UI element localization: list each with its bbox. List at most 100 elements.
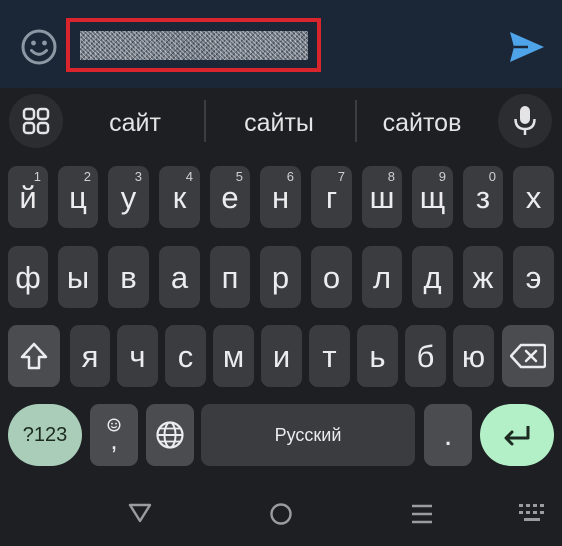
key-label: о xyxy=(322,260,341,295)
key-label: т xyxy=(322,339,337,374)
key-ч[interactable]: ч xyxy=(117,325,158,387)
key-label: х xyxy=(525,180,542,215)
key-й[interactable]: й1 xyxy=(8,166,48,228)
suggestion-3[interactable]: сайтов xyxy=(362,106,482,140)
suggestion-1[interactable]: сайт xyxy=(88,106,182,140)
apps-button[interactable] xyxy=(9,94,63,148)
redacted-text xyxy=(80,31,308,60)
suggestion-2[interactable]: сайты xyxy=(216,106,342,140)
key-л[interactable]: л xyxy=(362,246,402,308)
key-label: ж xyxy=(472,260,494,295)
key-в[interactable]: в xyxy=(108,246,149,308)
key-label: н xyxy=(271,180,290,215)
key-label: л xyxy=(372,260,392,295)
key-и[interactable]: и xyxy=(261,325,302,387)
mic-icon xyxy=(514,106,536,135)
key-number-hint: 6 xyxy=(286,169,294,184)
key-label: щ xyxy=(419,180,446,215)
backspace-key[interactable] xyxy=(502,325,554,387)
key-ы[interactable]: ы xyxy=(58,246,98,308)
key-label: а xyxy=(170,260,189,295)
key-label: у xyxy=(120,180,137,215)
key-ю[interactable]: ю xyxy=(453,325,494,387)
key-label: и xyxy=(272,339,291,374)
send-button[interactable] xyxy=(508,30,546,64)
language-key[interactable] xyxy=(146,404,194,466)
key-з[interactable]: з0 xyxy=(463,166,503,228)
key-label: б xyxy=(416,339,435,374)
key-label: г xyxy=(325,180,338,215)
shift-key[interactable] xyxy=(8,325,60,387)
key-р[interactable]: р xyxy=(260,246,301,308)
key-label: я xyxy=(81,339,99,374)
enter-key[interactable] xyxy=(480,404,554,466)
key-к[interactable]: к4 xyxy=(159,166,200,228)
key-label: ш xyxy=(369,180,395,215)
key-number-hint: 8 xyxy=(387,169,395,184)
key-label: ы xyxy=(66,260,90,295)
period-key[interactable]: . xyxy=(424,404,472,466)
key-label: ю xyxy=(461,339,486,374)
key-ь[interactable]: ь xyxy=(357,325,398,387)
key-number-hint: 2 xyxy=(83,169,91,184)
comma-label: , xyxy=(110,425,118,455)
key-ж[interactable]: ж xyxy=(463,246,503,308)
key-number-hint: 4 xyxy=(185,169,193,184)
nav-home-icon[interactable] xyxy=(269,502,293,526)
key-label: й xyxy=(19,180,37,215)
emoji-button[interactable] xyxy=(20,28,58,66)
key-е[interactable]: е5 xyxy=(210,166,250,228)
keyboard-switch-icon[interactable] xyxy=(518,502,548,526)
key-м[interactable]: м xyxy=(213,325,254,387)
key-с[interactable]: с xyxy=(165,325,206,387)
apps-grid-icon xyxy=(22,107,50,135)
key-label: ь xyxy=(369,339,386,374)
key-label: э xyxy=(525,260,542,295)
message-input-bar xyxy=(0,0,562,88)
system-nav-bar xyxy=(0,480,562,546)
key-label: с xyxy=(177,339,194,374)
nav-recents-icon[interactable] xyxy=(410,502,434,526)
key-number-hint: 3 xyxy=(134,169,142,184)
symbols-key-label: ?123 xyxy=(22,423,68,446)
enter-icon xyxy=(504,426,530,446)
key-п[interactable]: п xyxy=(210,246,250,308)
key-у[interactable]: у3 xyxy=(108,166,149,228)
key-т[interactable]: т xyxy=(309,325,350,387)
key-label: д xyxy=(423,260,442,295)
mic-button[interactable] xyxy=(498,94,552,148)
symbols-key[interactable]: ?123 xyxy=(8,404,82,466)
key-э[interactable]: э xyxy=(513,246,554,308)
emoji-comma-key[interactable]: , xyxy=(90,404,138,466)
key-а[interactable]: а xyxy=(159,246,200,308)
shift-icon xyxy=(20,342,48,370)
key-х[interactable]: х xyxy=(513,166,554,228)
suggestion-strip: сайт сайты сайтов xyxy=(0,88,562,158)
space-key[interactable]: Русский xyxy=(201,404,415,466)
divider xyxy=(204,100,206,142)
key-д[interactable]: д xyxy=(412,246,453,308)
divider xyxy=(355,100,357,142)
space-key-label: Русский xyxy=(274,424,342,445)
key-label: ц xyxy=(69,180,87,215)
key-г[interactable]: г7 xyxy=(311,166,352,228)
message-input[interactable] xyxy=(66,18,321,72)
globe-icon xyxy=(156,421,184,449)
period-label: . xyxy=(443,417,453,452)
key-я[interactable]: я xyxy=(70,325,110,387)
key-ф[interactable]: ф xyxy=(8,246,48,308)
key-о[interactable]: о xyxy=(311,246,352,308)
key-label: ч xyxy=(129,339,146,374)
key-number-hint: 9 xyxy=(438,169,446,184)
key-ц[interactable]: ц2 xyxy=(58,166,98,228)
key-number-hint: 7 xyxy=(337,169,345,184)
key-б[interactable]: б xyxy=(405,325,446,387)
key-number-hint: 1 xyxy=(33,169,41,184)
key-label: ф xyxy=(15,260,41,295)
key-label: р xyxy=(271,260,290,295)
key-label: м xyxy=(222,339,245,374)
key-щ[interactable]: щ9 xyxy=(412,166,453,228)
nav-back-icon[interactable] xyxy=(127,502,153,524)
key-н[interactable]: н6 xyxy=(260,166,301,228)
key-ш[interactable]: ш8 xyxy=(362,166,402,228)
